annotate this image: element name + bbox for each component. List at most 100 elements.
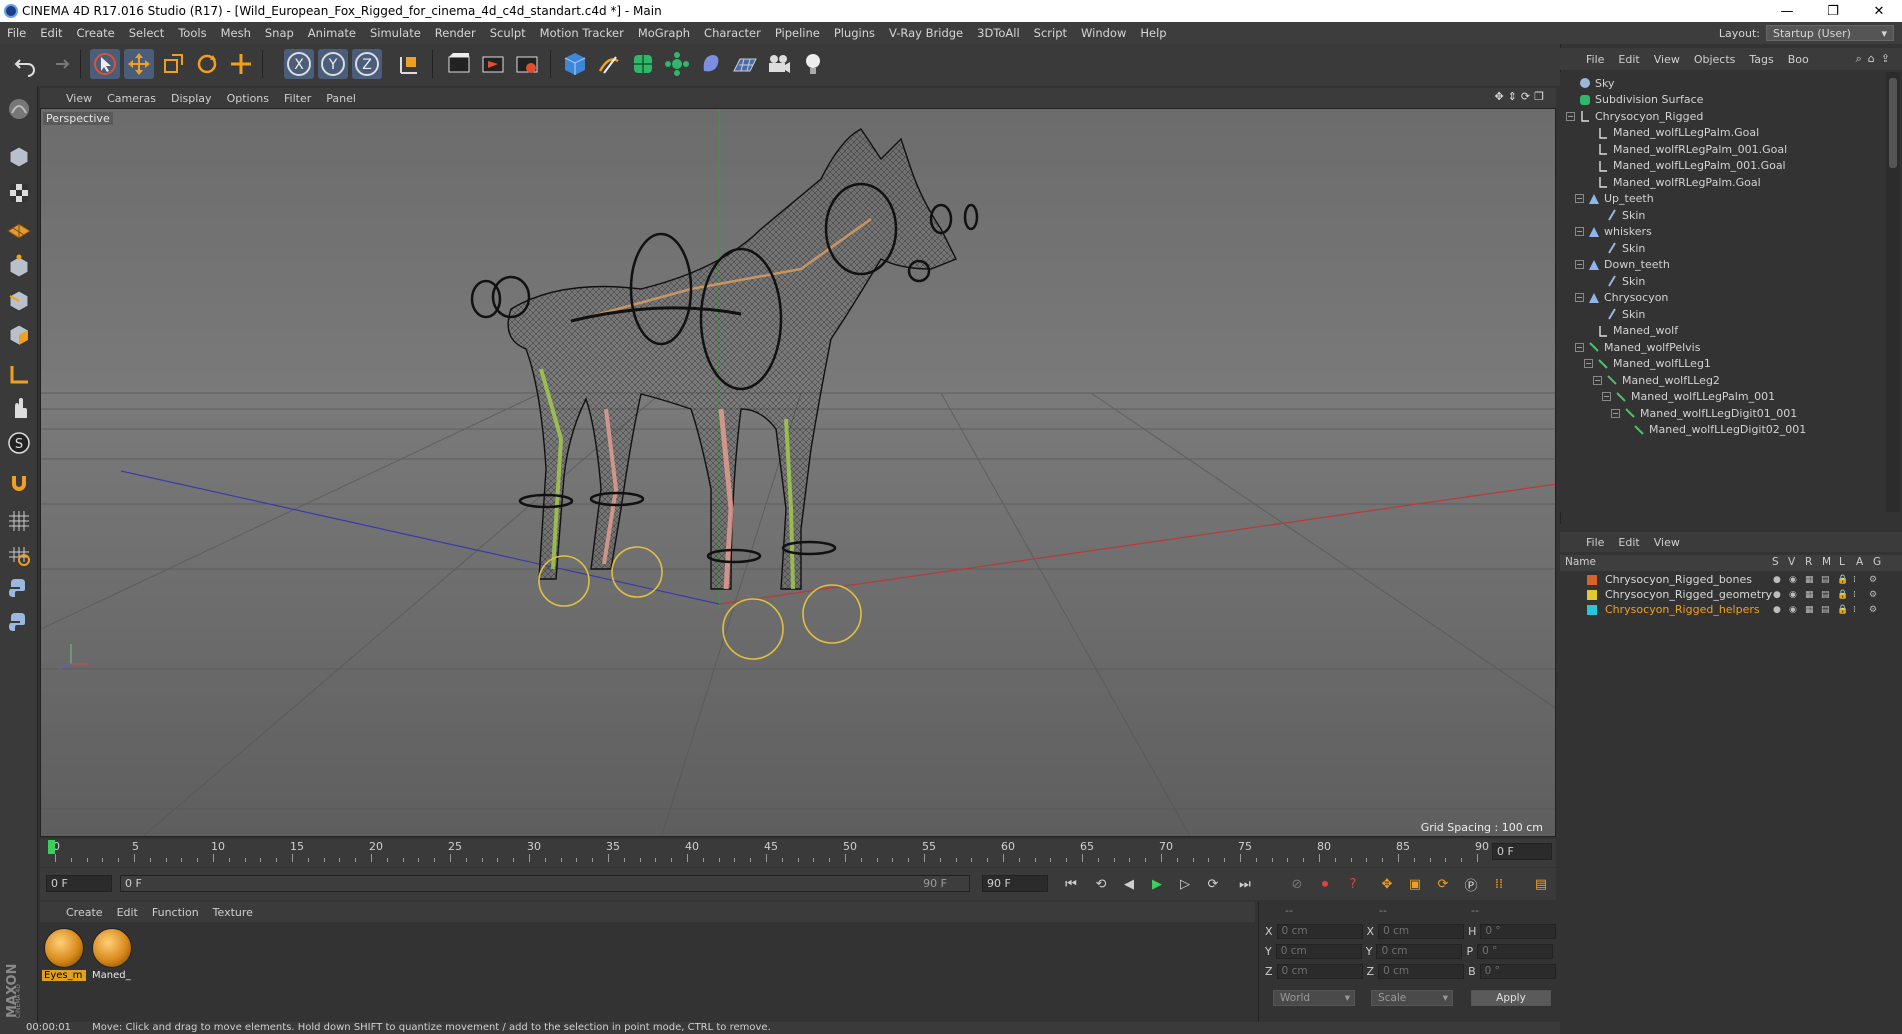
- menu-mesh[interactable]: Mesh: [214, 26, 258, 40]
- 3d-viewport[interactable]: Perspective Grid Spacing : 100 cm: [40, 108, 1556, 837]
- cube-icon[interactable]: [560, 49, 590, 79]
- generator-icon[interactable]: ⚙: [1869, 605, 1879, 615]
- object-tree-item[interactable]: −Maned_wolfLLegPalm.Goal: [1584, 124, 1759, 142]
- menu-vray-bridge[interactable]: V-Ray Bridge: [882, 26, 970, 40]
- minimize-button[interactable]: —: [1764, 0, 1810, 22]
- object-tree-item[interactable]: −Maned_wolfLLegPalm_001.Goal: [1584, 157, 1786, 175]
- size-z-field[interactable]: 0 cm: [1378, 964, 1465, 979]
- rotation-b-field[interactable]: 0 °: [1479, 964, 1556, 979]
- object-tree-item[interactable]: −Maned_wolfRLegPalm_001.Goal: [1584, 140, 1787, 158]
- pen-icon[interactable]: [594, 49, 624, 79]
- cloner-icon[interactable]: [662, 49, 692, 79]
- eye-icon[interactable]: ◉: [1789, 590, 1799, 600]
- material-menu-texture[interactable]: Texture: [213, 906, 253, 919]
- menu-motion-tracker[interactable]: Motion Tracker: [533, 26, 631, 40]
- make-editable-icon[interactable]: [4, 94, 34, 124]
- layer-col-render[interactable]: R: [1805, 556, 1812, 568]
- menu-mograph[interactable]: MoGraph: [631, 26, 697, 40]
- grid-snap-icon[interactable]: [4, 506, 34, 536]
- floor-icon[interactable]: [730, 49, 760, 79]
- material-thumbnail[interactable]: Maned_: [90, 926, 134, 984]
- material-menu-function[interactable]: Function: [152, 906, 199, 919]
- light-icon[interactable]: [798, 49, 828, 79]
- layer-color-swatch[interactable]: [1587, 604, 1597, 615]
- scrollbar-thumb[interactable]: [1889, 78, 1897, 168]
- playhead[interactable]: [48, 840, 55, 854]
- workplane-icon[interactable]: [4, 214, 34, 244]
- scale-icon[interactable]: [158, 49, 188, 79]
- menu-edit[interactable]: Edit: [33, 26, 69, 40]
- generator-icon[interactable]: ⚙: [1869, 575, 1879, 585]
- key-pla-icon[interactable]: ⁞⁞: [1488, 873, 1510, 895]
- layout-select[interactable]: Startup (User) ▾: [1766, 25, 1894, 41]
- python-icon[interactable]: [4, 574, 34, 604]
- maximize-button[interactable]: ❐: [1810, 0, 1856, 22]
- material-menu-edit[interactable]: Edit: [117, 906, 138, 919]
- apply-button[interactable]: Apply: [1471, 990, 1551, 1006]
- menu-select[interactable]: Select: [122, 26, 171, 40]
- key-rotation-icon[interactable]: ⟳: [1432, 873, 1454, 895]
- snap-icon[interactable]: S: [4, 428, 34, 458]
- object-tree-item[interactable]: −Maned_wolf: [1584, 322, 1678, 340]
- current-frame-field[interactable]: 0 F: [1492, 843, 1552, 860]
- texture-mode-icon[interactable]: [4, 178, 34, 208]
- object-menu-objects[interactable]: Objects: [1694, 53, 1736, 66]
- animation-icon[interactable]: ⁞: [1853, 590, 1863, 600]
- viewport-nav-icons[interactable]: ✥⇕⟳❐: [1494, 90, 1548, 103]
- subdivision-icon[interactable]: [628, 49, 658, 79]
- object-menu-view[interactable]: View: [1654, 53, 1680, 66]
- close-button[interactable]: ✕: [1856, 0, 1902, 22]
- animation-icon[interactable]: ⁞: [1853, 605, 1863, 615]
- render-icon[interactable]: ▦: [1805, 590, 1815, 600]
- object-menu-tags[interactable]: Tags: [1749, 53, 1773, 66]
- render-settings-icon[interactable]: [512, 49, 542, 79]
- position-x-field[interactable]: 0 cm: [1276, 924, 1363, 939]
- layer-col-animation[interactable]: A: [1856, 556, 1863, 568]
- tree-expand-toggle[interactable]: −: [1575, 227, 1584, 236]
- viewport-menu-panel[interactable]: Panel: [326, 92, 366, 105]
- key-scale-icon[interactable]: ▣: [1404, 873, 1426, 895]
- next-key-icon[interactable]: ⟳: [1202, 873, 1224, 895]
- record-keys-icon[interactable]: ⊘: [1286, 873, 1308, 895]
- coordinate-system-icon[interactable]: [394, 49, 424, 79]
- solo-icon[interactable]: ●: [1773, 575, 1783, 585]
- tree-expand-toggle[interactable]: −: [1575, 260, 1584, 269]
- y-axis-icon[interactable]: Y: [318, 49, 348, 79]
- menu-simulate[interactable]: Simulate: [363, 26, 428, 40]
- object-tree-item[interactable]: −Subdivision Surface: [1566, 91, 1703, 109]
- object-tree-item[interactable]: −Maned_wolfRLegPalm.Goal: [1584, 173, 1761, 191]
- z-axis-icon[interactable]: Z: [352, 49, 382, 79]
- object-tree-item[interactable]: − Maned_wolfPelvis: [1575, 338, 1700, 356]
- eye-icon[interactable]: ◉: [1789, 605, 1799, 615]
- camera-icon[interactable]: [764, 49, 794, 79]
- object-tree-item[interactable]: − whiskers: [1575, 223, 1652, 241]
- edge-mode-icon[interactable]: [4, 286, 34, 316]
- viewport-menu-view[interactable]: View: [66, 92, 102, 105]
- solo-icon[interactable]: ●: [1773, 605, 1783, 615]
- workplane-lock-icon[interactable]: [4, 540, 34, 570]
- autokey-icon[interactable]: ⏺: [1314, 873, 1336, 895]
- deformer-icon[interactable]: [696, 49, 726, 79]
- viewport-menu-cameras[interactable]: Cameras: [107, 92, 166, 105]
- keyframe-help-icon[interactable]: ?: [1342, 873, 1364, 895]
- menu-animate[interactable]: Animate: [301, 26, 363, 40]
- menu-render[interactable]: Render: [428, 26, 483, 40]
- viewport-menu-display[interactable]: Display: [171, 92, 222, 105]
- tree-expand-toggle[interactable]: −: [1575, 293, 1584, 302]
- menu-plugins[interactable]: Plugins: [827, 26, 882, 40]
- play-icon[interactable]: ▶: [1146, 873, 1168, 895]
- menu-help[interactable]: Help: [1133, 26, 1173, 40]
- key-parameter-icon[interactable]: Ⓟ: [1460, 873, 1482, 895]
- object-search-icon[interactable]: ⌕⌂⇪: [1856, 52, 1896, 66]
- object-tree-item[interactable]: −Skin: [1593, 272, 1645, 290]
- menu-sculpt[interactable]: Sculpt: [483, 26, 533, 40]
- layer-col-view[interactable]: V: [1788, 556, 1795, 568]
- lock-icon[interactable]: 🔒: [1837, 575, 1848, 585]
- viewport-menu-filter[interactable]: Filter: [284, 92, 321, 105]
- object-tree-item[interactable]: −Skin: [1593, 305, 1645, 323]
- position-z-field[interactable]: 0 cm: [1276, 964, 1363, 979]
- coord-mode-select[interactable]: World ▾: [1273, 990, 1355, 1006]
- next-frame-icon[interactable]: ▷: [1174, 873, 1196, 895]
- tree-expand-toggle[interactable]: −: [1575, 342, 1584, 352]
- viewport-perspective-label[interactable]: Perspective: [43, 112, 113, 125]
